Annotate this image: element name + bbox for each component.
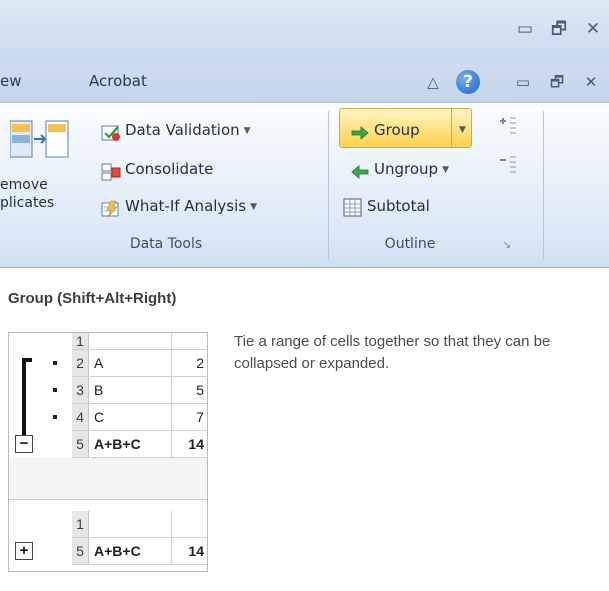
row-number: 5 xyxy=(72,538,89,565)
expand-plus-icon[interactable]: + xyxy=(15,542,33,560)
row-number: 1 xyxy=(72,511,89,538)
outline-illustration: 1 2 A 2 3 B 5 4 C 7 − 5 A+B+C 14 1 + 5 A… xyxy=(8,332,208,572)
workbook-restore-icon[interactable]: 🗗 xyxy=(546,71,568,93)
group-separator xyxy=(328,111,329,259)
chevron-down-icon: ▼ xyxy=(459,125,466,135)
cell-b: 5 xyxy=(172,377,208,404)
chevron-down-icon: ▼ xyxy=(442,164,449,175)
outline-launcher-icon[interactable]: ↘ xyxy=(502,238,511,251)
cell-a xyxy=(90,511,172,538)
group-separator xyxy=(543,111,544,259)
outline-gutter xyxy=(9,350,72,440)
group-button[interactable]: Group xyxy=(350,115,420,145)
outline-gutter xyxy=(9,377,72,404)
group-dropdown-arrow[interactable]: ▼ xyxy=(455,115,466,145)
outline-gutter: + xyxy=(9,538,72,565)
workbook-minimize-icon[interactable]: ▭ xyxy=(512,71,534,93)
illustration-gap xyxy=(9,458,207,500)
outline-group-label: Outline xyxy=(384,236,436,252)
cell-b: 2 xyxy=(172,350,208,377)
subtotal-label: Subtotal xyxy=(367,197,430,215)
cell-b: 14 xyxy=(172,538,208,565)
cell-a: C xyxy=(90,404,172,431)
row-number: 5 xyxy=(72,431,89,458)
outline-dot xyxy=(53,415,57,419)
chevron-down-icon: ▼ xyxy=(250,201,258,212)
data-validation-label: Data Validation xyxy=(125,121,240,139)
remove-duplicates-label-2[interactable]: plicates xyxy=(0,194,54,212)
ungroup-label: Ungroup xyxy=(374,160,439,178)
table-row: 4 C 7 xyxy=(9,404,209,431)
ungroup-button[interactable]: Ungroup ▼ xyxy=(350,154,449,184)
remove-duplicates-label-1[interactable]: emove xyxy=(0,176,48,194)
cell-a: A xyxy=(90,350,172,377)
hide-detail-icon[interactable] xyxy=(498,154,518,178)
excel-window: ▭ 🗗 ✕ ew Acrobat △ ? ▭ 🗗 ✕ emove plicate… xyxy=(0,0,609,591)
help-icon[interactable]: ? xyxy=(456,70,480,94)
outline-gutter: − xyxy=(9,431,72,458)
group-arrow-icon xyxy=(350,122,370,140)
data-tools-group-label: Data Tools xyxy=(129,236,203,252)
title-bar: ▭ 🗗 ✕ xyxy=(0,0,609,63)
tab-acrobat[interactable]: Acrobat xyxy=(89,72,147,90)
ribbon-data-tab: emove plicates Data Validation ▼ Consolid… xyxy=(0,102,609,268)
consolidate-icon xyxy=(101,161,121,180)
workbook-close-icon[interactable]: ✕ xyxy=(580,71,602,93)
cell-b: 7 xyxy=(172,404,208,431)
remove-duplicates-icon[interactable] xyxy=(9,119,70,161)
cell-b xyxy=(172,333,208,350)
what-if-label: What-If Analysis xyxy=(125,197,247,215)
tooltip-title: Group (Shift+Alt+Right) xyxy=(8,290,177,307)
outline-gutter xyxy=(9,511,72,538)
ribbon-tab-strip: ew Acrobat △ ? ▭ 🗗 ✕ xyxy=(0,63,609,102)
cell-a: B xyxy=(90,377,172,404)
cell-a xyxy=(90,333,172,350)
minimize-icon[interactable]: ▭ xyxy=(512,16,538,42)
tab-view[interactable]: ew xyxy=(0,72,22,90)
outline-gutter xyxy=(9,404,72,431)
tooltip-description: Tie a range of cells together so that th… xyxy=(234,333,551,372)
consolidate-button[interactable]: Consolidate xyxy=(101,154,213,184)
ungroup-arrow-icon xyxy=(350,161,370,179)
group-label: Group xyxy=(374,121,420,139)
supertooltip: Group (Shift+Alt+Right) Tie a range of c… xyxy=(0,268,609,591)
what-if-icon xyxy=(101,198,121,217)
table-row: 3 B 5 xyxy=(9,377,209,404)
row-number: 1 xyxy=(72,333,89,350)
table-row: 2 A 2 xyxy=(9,350,209,440)
cell-a: A+B+C xyxy=(90,431,172,458)
what-if-analysis-button[interactable]: What-If Analysis ▼ xyxy=(101,191,257,221)
collapse-minus-icon[interactable]: − xyxy=(15,435,33,453)
chevron-down-icon: ▼ xyxy=(243,125,251,136)
outline-dot xyxy=(53,388,57,392)
consolidate-label: Consolidate xyxy=(125,160,214,178)
table-row: 1 xyxy=(9,511,209,538)
cell-a: A+B+C xyxy=(90,538,172,565)
table-row: + 5 A+B+C 14 xyxy=(9,538,209,565)
cell-b xyxy=(172,511,208,538)
table-row: − 5 A+B+C 14 xyxy=(9,431,209,458)
data-validation-button[interactable]: Data Validation ▼ xyxy=(101,115,251,145)
subtotal-button[interactable]: Subtotal xyxy=(343,191,430,221)
row-number: 4 xyxy=(72,404,89,431)
table-row: 1 xyxy=(9,333,209,350)
restore-icon[interactable]: 🗗 xyxy=(546,16,572,42)
data-validation-icon xyxy=(101,122,121,141)
outline-gutter xyxy=(9,333,72,350)
subtotal-icon xyxy=(343,198,363,216)
minimize-ribbon-icon[interactable]: △ xyxy=(422,71,444,93)
row-number: 3 xyxy=(72,377,89,404)
outline-bracket-top xyxy=(22,358,32,362)
row-number: 2 xyxy=(72,350,89,377)
cell-b: 14 xyxy=(172,431,208,458)
outline-dot xyxy=(53,361,57,365)
close-icon[interactable]: ✕ xyxy=(580,16,606,42)
show-detail-icon[interactable] xyxy=(498,115,518,139)
